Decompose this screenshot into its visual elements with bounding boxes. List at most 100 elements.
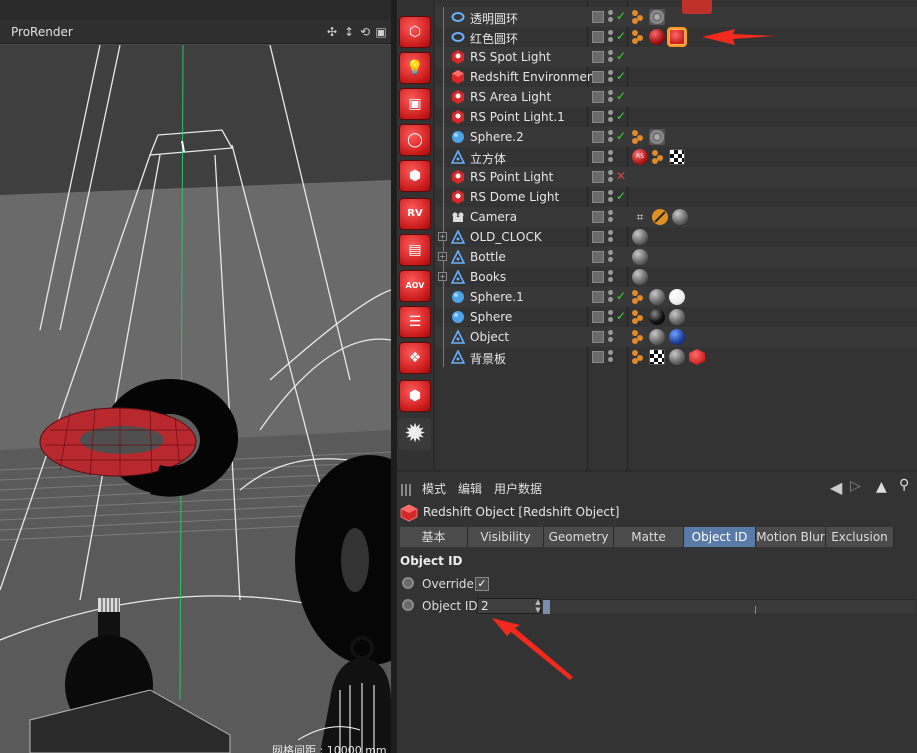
layer-box[interactable] — [592, 51, 604, 63]
layer-box[interactable] — [592, 131, 604, 143]
override-keyframe-radio[interactable] — [402, 577, 414, 589]
object-name[interactable]: Sphere.1 — [470, 290, 524, 304]
enabled-check-icon[interactable]: ✓ — [616, 29, 626, 43]
object-row[interactable]: RS Point Light ✕ — [435, 167, 917, 187]
enabled-check-icon[interactable]: ✓ — [616, 89, 626, 103]
visibility-dots[interactable] — [608, 330, 614, 344]
target-tag-icon[interactable]: ⌗ — [632, 209, 648, 225]
checker-tag-icon[interactable] — [649, 349, 665, 365]
object-name[interactable]: 背景板 — [470, 350, 506, 367]
object-name[interactable]: Bottle — [470, 250, 506, 264]
rs-render-view-icon[interactable]: RV — [399, 198, 431, 230]
tab-3[interactable]: Matte — [614, 527, 684, 547]
object-name[interactable]: Sphere — [470, 310, 512, 324]
object-row[interactable]: 立方体 RS — [435, 147, 917, 167]
enabled-check-icon[interactable]: ✓ — [616, 129, 626, 143]
object-row[interactable]: + Bottle — [435, 247, 917, 267]
tab-2[interactable]: Geometry — [544, 527, 614, 547]
material-tag-icon[interactable] — [632, 269, 648, 285]
object-row[interactable]: Sphere ✓ — [435, 307, 917, 327]
tab-4[interactable]: Object ID — [684, 527, 756, 547]
visibility-dots[interactable] — [608, 150, 614, 164]
menu-edit[interactable]: 编辑 — [458, 480, 482, 497]
visibility-dots[interactable] — [608, 310, 614, 324]
dolly-view-icon[interactable]: ↕ — [342, 25, 356, 39]
rs-object-tag-icon[interactable] — [689, 349, 705, 365]
visibility-dots[interactable] — [608, 270, 614, 284]
visibility-dots[interactable] — [608, 30, 614, 44]
object-row[interactable]: RS Point Light.1 ✓ — [435, 107, 917, 127]
visibility-dots[interactable] — [608, 130, 614, 144]
enabled-check-icon[interactable]: ✓ — [616, 309, 626, 323]
objid-slider[interactable] — [543, 599, 915, 614]
rs-light-icon[interactable]: 💡 — [399, 52, 431, 84]
phong-tag-icon[interactable] — [632, 310, 644, 324]
checker-tag-icon[interactable] — [669, 149, 685, 165]
rs-proxy-icon[interactable]: ❖ — [399, 342, 431, 374]
layer-box[interactable] — [592, 311, 604, 323]
object-row[interactable]: 背景板 — [435, 347, 917, 367]
object-row[interactable]: RS Dome Light ✓ — [435, 187, 917, 207]
objid-keyframe-radio[interactable] — [402, 599, 414, 611]
black-material-tag-icon[interactable] — [649, 309, 665, 325]
maximize-view-icon[interactable]: ▣ — [374, 25, 388, 39]
layer-box[interactable] — [592, 11, 604, 23]
disabled-cross-icon[interactable]: ✕ — [616, 169, 626, 183]
layer-box[interactable] — [592, 91, 604, 103]
object-name[interactable]: Books — [470, 270, 506, 284]
rs-redshift-icon[interactable]: ⬢ — [399, 380, 431, 412]
search-icon[interactable]: ⚲ — [899, 477, 909, 493]
material-tag-icon[interactable] — [649, 129, 665, 145]
rs-settings-icon[interactable]: ✹ — [399, 418, 431, 450]
object-row[interactable]: RS Spot Light ✓ — [435, 47, 917, 67]
expand-toggle[interactable]: + — [438, 252, 447, 261]
rs-object-tag-icon[interactable] — [667, 27, 687, 47]
blue-material-tag-icon[interactable] — [669, 329, 685, 345]
object-name[interactable]: Camera — [470, 210, 517, 224]
enabled-check-icon[interactable]: ✓ — [616, 49, 626, 63]
object-row[interactable]: Sphere.1 ✓ — [435, 287, 917, 307]
back-arrow-icon[interactable]: ◀ — [830, 478, 842, 497]
tab-1[interactable]: Visibility — [468, 527, 544, 547]
object-name[interactable]: OLD_CLOCK — [470, 230, 542, 244]
rs-tag-icon[interactable]: RS — [632, 149, 648, 165]
layer-box[interactable] — [592, 351, 604, 363]
rs-camera-icon[interactable]: ▣ — [399, 88, 431, 120]
rs-texture-icon[interactable]: ▤ — [399, 234, 431, 266]
visibility-dots[interactable] — [608, 350, 614, 364]
object-name[interactable]: RS Point Light — [470, 170, 553, 184]
rs-list-icon[interactable]: ☰ — [399, 306, 431, 338]
layer-box[interactable] — [592, 71, 604, 83]
object-name[interactable]: RS Point Light.1 — [470, 110, 565, 124]
objid-input[interactable]: 2 — [477, 598, 541, 614]
visibility-dots[interactable] — [608, 290, 614, 304]
visibility-dots[interactable] — [608, 90, 614, 104]
object-row[interactable]: Sphere.2 ✓ — [435, 127, 917, 147]
material-tag-icon[interactable] — [632, 249, 648, 265]
layer-box[interactable] — [592, 291, 604, 303]
menu-userdata[interactable]: 用户数据 — [494, 480, 542, 497]
layer-box[interactable] — [592, 271, 604, 283]
material-tag-icon[interactable] — [669, 349, 685, 365]
layer-box[interactable] — [592, 331, 604, 343]
search-tab[interactable]: ⚲ — [682, 0, 712, 12]
object-row[interactable]: Redshift Environment ✓ — [435, 67, 917, 87]
visibility-dots[interactable] — [608, 210, 614, 224]
menu-mode[interactable]: 模式 — [422, 480, 446, 497]
expand-toggle[interactable]: + — [438, 232, 447, 241]
object-name[interactable]: Object — [470, 330, 509, 344]
phong-tag-icon[interactable] — [632, 350, 644, 364]
material-tag-icon[interactable] — [649, 329, 665, 345]
visibility-dots[interactable] — [608, 70, 614, 84]
viewport-panel[interactable]: ProRender ✣ ↕ ⟲ ▣ 网格间距: 10000 mm — [0, 0, 391, 753]
enabled-check-icon[interactable]: ✓ — [616, 189, 626, 203]
object-row[interactable]: Camera ⌗ — [435, 207, 917, 227]
layer-box[interactable] — [592, 251, 604, 263]
visibility-dots[interactable] — [608, 10, 614, 24]
layer-box[interactable] — [592, 211, 604, 223]
rs-dome-icon[interactable]: ◯ — [399, 124, 431, 156]
layer-box[interactable] — [592, 31, 604, 43]
white-material-tag-icon[interactable] — [669, 289, 685, 305]
grip-icon[interactable] — [401, 484, 411, 496]
tab-0[interactable]: 基本 — [400, 527, 468, 547]
